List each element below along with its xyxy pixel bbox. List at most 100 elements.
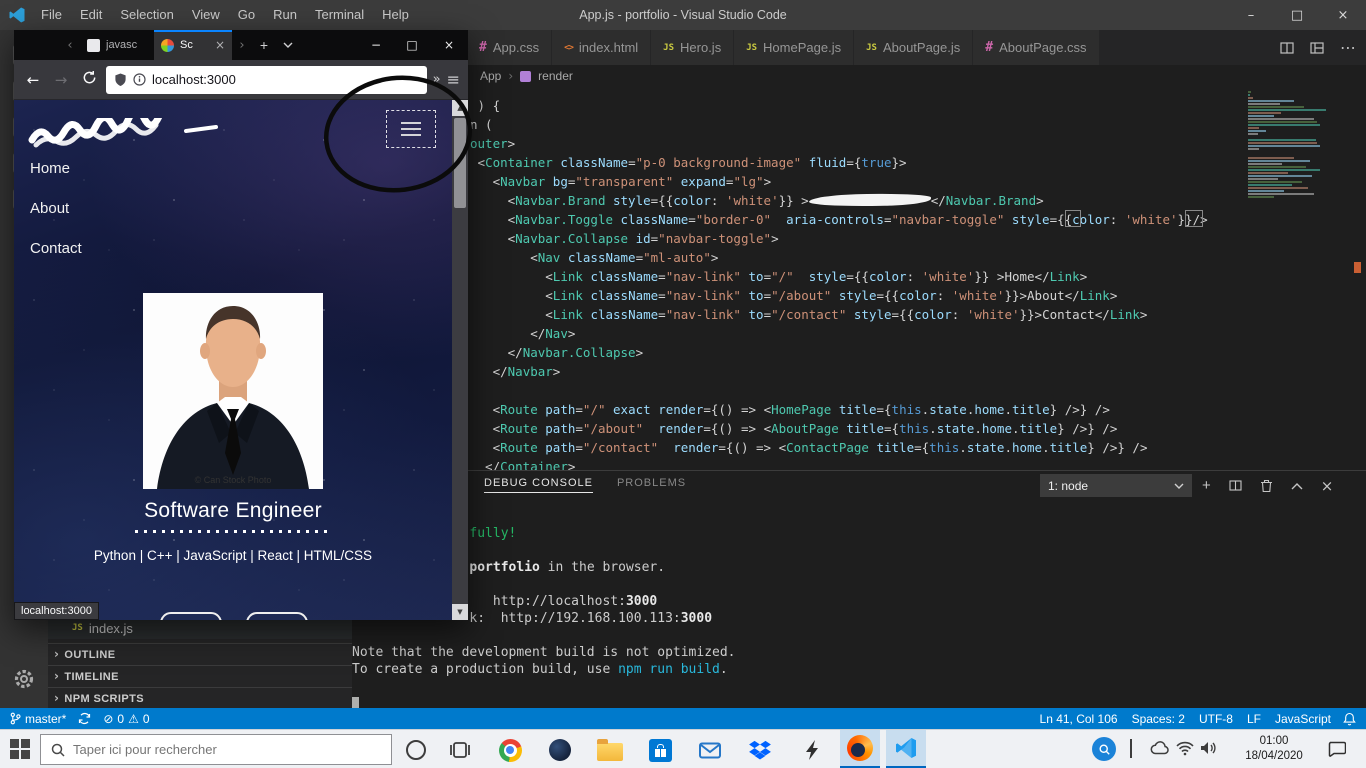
file-explorer-icon[interactable]	[596, 736, 624, 764]
scroll-tabs-left-icon[interactable]: ‹	[60, 30, 80, 60]
breadcrumb-item-render[interactable]: render	[538, 69, 573, 83]
notifications-bell-icon[interactable]	[1343, 712, 1356, 726]
site-info-icon[interactable]	[133, 73, 146, 86]
panel-tab-debug-console[interactable]: DEBUG CONSOLE	[484, 477, 593, 493]
menu-terminal[interactable]: Terminal	[306, 0, 373, 30]
start-button[interactable]	[10, 739, 31, 760]
reload-button[interactable]	[78, 70, 100, 89]
menu-go[interactable]: Go	[229, 0, 264, 30]
editor-tab-index.html[interactable]: <> index.html	[552, 30, 652, 65]
status-item[interactable]: LF	[1247, 712, 1261, 726]
editor-tab-app.css[interactable]: # App.css	[467, 30, 553, 65]
status-item[interactable]: Spaces: 2	[1132, 712, 1185, 726]
status-item[interactable]: UTF-8	[1199, 712, 1233, 726]
maximize-button[interactable]: □	[1274, 0, 1320, 30]
breadcrumb[interactable]: App › render	[352, 65, 1366, 87]
sidebar-section-npm-scripts[interactable]: › NPM SCRIPTS	[48, 687, 352, 709]
page-button-1[interactable]	[160, 612, 222, 620]
overflow-menu-icon[interactable]: »	[433, 72, 441, 87]
sidebar-file-indexjs[interactable]: JS index.js	[48, 617, 352, 639]
close-panel-icon[interactable]: ×	[1321, 477, 1334, 495]
hamburger-menu-icon[interactable]: ≡	[447, 70, 460, 89]
url-input[interactable]	[152, 72, 400, 87]
status-item[interactable]: JavaScript	[1275, 712, 1331, 726]
firefox-taskbar-icon[interactable]	[840, 730, 880, 768]
forward-button[interactable]: →	[50, 71, 72, 89]
new-tab-button[interactable]: +	[252, 30, 276, 60]
browser-scrollbar[interactable]: ▲ ▼	[452, 100, 468, 620]
editor-tab-hero.js[interactable]: JS Hero.js	[651, 30, 735, 65]
scrollbar-thumb[interactable]	[454, 118, 466, 208]
minimap[interactable]	[1244, 87, 1334, 470]
chevron-right-icon: ›	[54, 668, 60, 683]
taskbar-search-box[interactable]	[40, 734, 392, 765]
back-button[interactable]: ←	[22, 71, 44, 89]
lightning-app-icon[interactable]	[798, 736, 826, 764]
breadcrumb-item-app[interactable]: App	[480, 69, 501, 83]
status-item[interactable]: Ln 41, Col 106	[1040, 712, 1118, 726]
panel-tab-problems[interactable]: PROBLEMS	[617, 477, 686, 492]
onedrive-cloud-icon[interactable]	[1150, 741, 1170, 760]
page-button-2[interactable]	[246, 612, 308, 620]
sidebar-section-timeline[interactable]: › TIMELINE	[48, 665, 352, 687]
menu-help[interactable]: Help	[373, 0, 418, 30]
search-input[interactable]	[73, 742, 381, 757]
scroll-up-icon[interactable]: ▲	[452, 100, 468, 116]
problems-status[interactable]: ⊘ 0 ⚠ 0	[103, 712, 149, 726]
cortana-button[interactable]	[402, 736, 430, 764]
sidebar-section-outline[interactable]: › OUTLINE	[48, 643, 352, 665]
menu-run[interactable]: Run	[264, 0, 306, 30]
chrome-icon[interactable]	[496, 736, 524, 764]
browser-tab-1[interactable]: javasc	[80, 30, 154, 60]
close-button[interactable]: ×	[1320, 0, 1366, 30]
navbar-toggle-button[interactable]	[386, 110, 436, 148]
tray-chevron-up-icon[interactable]	[1130, 739, 1132, 759]
add-session-icon[interactable]: +	[1202, 477, 1211, 494]
editor-tab-aboutpage.css[interactable]: # AboutPage.css	[973, 30, 1100, 65]
wifi-icon[interactable]	[1176, 741, 1194, 761]
nav-link-about[interactable]: About	[30, 200, 82, 221]
sync-icon[interactable]	[78, 712, 91, 725]
task-view-button[interactable]	[446, 736, 474, 764]
microsoft-store-icon[interactable]	[646, 736, 674, 764]
tracking-shield-icon[interactable]	[114, 72, 127, 87]
scroll-down-icon[interactable]: ▼	[452, 604, 468, 620]
maximize-panel-chevron-icon[interactable]	[1291, 482, 1303, 490]
url-bar[interactable]: ⋯	[106, 65, 427, 94]
editor-tab-aboutpage.js[interactable]: JS AboutPage.js	[854, 30, 974, 65]
chevron-right-icon: ›	[54, 690, 60, 705]
menu-view[interactable]: View	[183, 0, 229, 30]
debug-session-dropdown[interactable]: 1: node	[1040, 474, 1192, 497]
git-branch-status[interactable]: master*	[10, 712, 66, 726]
nav-link-contact[interactable]: Contact	[30, 240, 82, 261]
mail-icon[interactable]	[696, 736, 724, 764]
browser-close-button[interactable]: ×	[430, 30, 468, 60]
menu-file[interactable]: File	[32, 0, 71, 30]
page-actions-icon[interactable]: ⋯	[406, 72, 419, 87]
tab-close-icon[interactable]: ×	[215, 38, 225, 52]
tray-search-icon[interactable]	[1090, 737, 1118, 765]
browser-tab-2[interactable]: Sc ×	[154, 30, 232, 60]
editor-tab-homepage.js[interactable]: JS HomePage.js	[734, 30, 855, 65]
more-actions-icon[interactable]: ⋯	[1340, 38, 1356, 57]
menu-selection[interactable]: Selection	[111, 0, 182, 30]
code-editor[interactable]: ) {n (outer> <Container className="p-0 b…	[352, 87, 1244, 470]
list-all-tabs-icon[interactable]	[276, 30, 300, 60]
split-editor-icon[interactable]	[1280, 41, 1294, 54]
volume-icon[interactable]	[1200, 741, 1217, 760]
settings-gear-icon[interactable]	[13, 668, 35, 695]
vscode-taskbar-icon[interactable]	[886, 730, 926, 768]
split-panel-icon[interactable]	[1229, 480, 1242, 491]
action-center-icon[interactable]	[1328, 741, 1347, 762]
dropbox-icon[interactable]	[746, 736, 774, 764]
taskbar-app-icon-dark[interactable]	[546, 736, 574, 764]
menu-edit[interactable]: Edit	[71, 0, 111, 30]
minimize-button[interactable]: –	[1228, 0, 1274, 30]
browser-maximize-button[interactable]: □	[394, 30, 430, 60]
browser-minimize-button[interactable]: −	[358, 30, 394, 60]
taskbar-clock[interactable]: 01:00 18/04/2020	[1232, 734, 1316, 764]
nav-link-home[interactable]: Home	[30, 160, 82, 181]
editor-layout-icon[interactable]	[1310, 41, 1324, 54]
scroll-tabs-right-icon[interactable]: ›	[232, 30, 252, 60]
clear-console-trash-icon[interactable]	[1260, 479, 1273, 493]
